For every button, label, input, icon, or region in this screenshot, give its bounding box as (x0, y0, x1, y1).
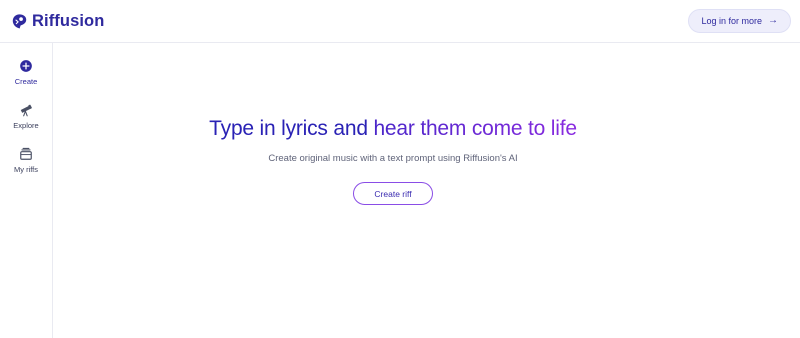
create-riff-button[interactable]: Create riff (353, 182, 433, 205)
brand[interactable]: Riffusion (11, 12, 104, 31)
plus-circle-icon (20, 60, 32, 72)
sidebar-item-explore[interactable]: Explore (0, 103, 53, 130)
telescope-icon (20, 104, 32, 117)
app-window: Riffusion Log in for more → Create Explo… (0, 0, 800, 338)
stacked-boxes-icon (20, 147, 32, 160)
hero-subtitle: Create original music with a text prompt… (268, 153, 518, 164)
sidebar-item-label: Create (14, 77, 38, 86)
login-button-label: Log in for more (701, 16, 762, 26)
sidebar-item-label: Explore (13, 121, 39, 130)
sidebar-item-label: My riffs (13, 165, 39, 174)
main-content: Type in lyrics and hear them come to lif… (53, 43, 800, 338)
top-header: Riffusion Log in for more → (0, 0, 800, 43)
login-button[interactable]: Log in for more → (688, 9, 791, 33)
brand-name: Riffusion (32, 11, 105, 30)
hero-title-part2: hear them come to life (373, 117, 577, 140)
hero-title: Type in lyrics and hear them come to lif… (53, 117, 733, 141)
sidebar-item-create[interactable]: Create (0, 59, 53, 86)
arrow-right-icon: → (768, 15, 778, 26)
sidebar-item-my-riffs[interactable]: My riffs (0, 147, 53, 174)
sidebar: Create Explore My riffs (0, 43, 53, 338)
hero-title-part1: Type in lyrics and (209, 117, 374, 140)
riffusion-logo-icon (12, 13, 27, 28)
